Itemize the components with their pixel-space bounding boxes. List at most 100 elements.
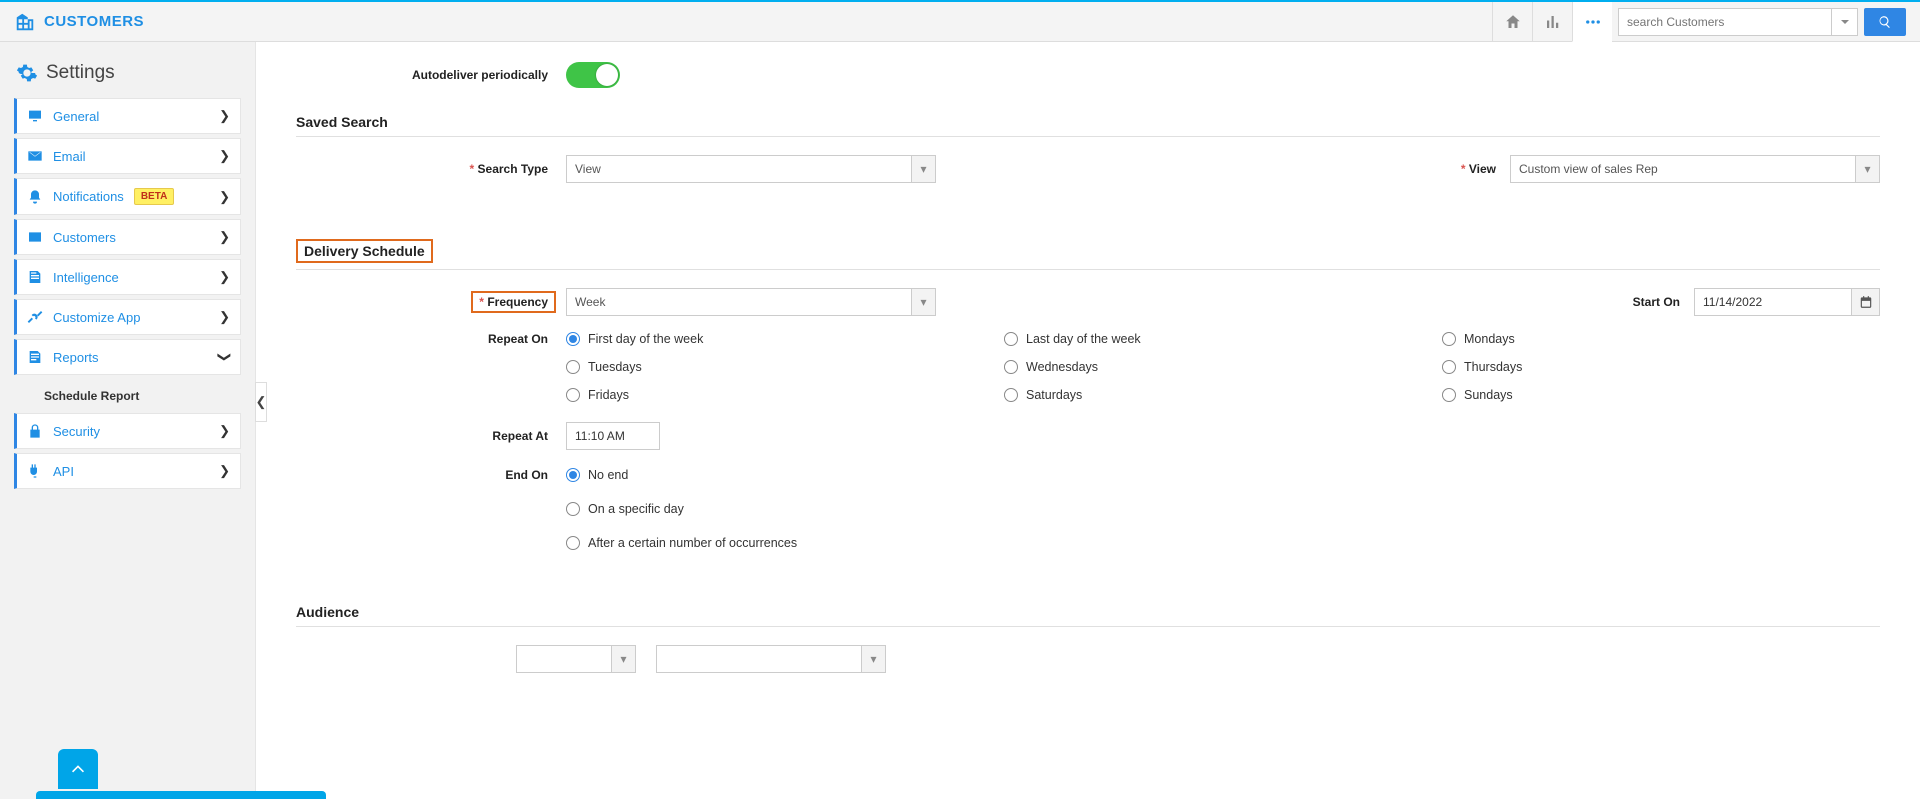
search-icon (1878, 15, 1892, 29)
brand-building-icon (14, 11, 36, 33)
frequency-select[interactable]: Week ▾ (566, 288, 936, 316)
radio-label: On a specific day (588, 502, 684, 516)
sidebar-item-label: Notifications (53, 189, 124, 204)
view-select[interactable]: Custom view of sales Rep ▾ (1510, 155, 1880, 183)
mail-icon (27, 148, 43, 164)
sidebar-item-label: Email (53, 149, 86, 164)
sidebar-item-label: API (53, 464, 74, 479)
dots-icon (1584, 13, 1602, 31)
end-no-end[interactable]: No end (566, 468, 797, 482)
end-occurrences[interactable]: After a certain number of occurrences (566, 536, 797, 550)
sidebar-item-label: Security (53, 424, 100, 439)
search-type-select[interactable]: View ▾ (566, 155, 936, 183)
search-dropdown[interactable] (1831, 9, 1857, 35)
calendar-button[interactable] (1852, 288, 1880, 316)
settings-title: Settings (16, 62, 239, 84)
sidebar-item-customize[interactable]: Customize App ❯ (14, 299, 241, 335)
end-on-label: End On (366, 468, 566, 570)
sidebar-item-notifications[interactable]: Notifications BETA ❯ (14, 178, 241, 215)
analytics-button[interactable] (1532, 2, 1572, 42)
autodeliver-toggle[interactable] (566, 62, 620, 88)
sidebar-item-email[interactable]: Email ❯ (14, 138, 241, 174)
audience-select-1[interactable]: ▾ (516, 645, 636, 673)
monitor-icon (27, 108, 43, 124)
radio-label: Last day of the week (1026, 332, 1141, 346)
search-button[interactable] (1864, 8, 1906, 36)
radio-label: Tuesdays (588, 360, 642, 374)
chevron-right-icon: ❯ (219, 148, 230, 164)
radio-label: Sundays (1464, 388, 1513, 402)
home-icon (1504, 13, 1522, 31)
sidebar-item-customers[interactable]: Customers ❯ (14, 219, 241, 255)
radio-label: Wednesdays (1026, 360, 1098, 374)
divider (296, 626, 1880, 627)
report-icon (27, 349, 43, 365)
repeat-fridays[interactable]: Fridays (566, 388, 1004, 402)
frequency-label: * Frequency (471, 291, 556, 313)
select-value: Custom view of sales Rep (1511, 162, 1855, 176)
delivery-schedule-title: Delivery Schedule (296, 239, 433, 263)
brand-label: CUSTOMERS (44, 13, 144, 30)
search-input[interactable] (1619, 15, 1831, 29)
beta-badge: BETA (134, 188, 174, 205)
end-specific-day[interactable]: On a specific day (566, 502, 797, 516)
chevron-down-icon: ▾ (911, 289, 935, 315)
autodeliver-label: Autodeliver periodically (366, 68, 566, 82)
repeat-tuesdays[interactable]: Tuesdays (566, 360, 1004, 374)
sidebar-subitem-schedule-report[interactable]: Schedule Report (14, 379, 241, 413)
repeat-last-day[interactable]: Last day of the week (1004, 332, 1442, 346)
repeat-on-label: Repeat On (366, 332, 566, 416)
search-type-label: Search Type (366, 162, 566, 176)
sidebar-item-label: Reports (53, 350, 99, 365)
radio-label: No end (588, 468, 628, 482)
start-on-label: Start On (1633, 295, 1694, 309)
radio-label: Saturdays (1026, 388, 1082, 402)
chevron-down-icon: ❯ (217, 352, 233, 363)
audience-select-2[interactable]: ▾ (656, 645, 886, 673)
select-value: View (567, 162, 911, 176)
radio-label: Fridays (588, 388, 629, 402)
sidebar-item-intelligence[interactable]: Intelligence ❯ (14, 259, 241, 295)
chevron-right-icon: ❯ (219, 108, 230, 124)
repeat-thursdays[interactable]: Thursdays (1442, 360, 1880, 374)
card-icon (27, 229, 43, 245)
sidebar-item-label: Customize App (53, 310, 140, 325)
repeat-mondays[interactable]: Mondays (1442, 332, 1880, 346)
sidebar-item-api[interactable]: API ❯ (14, 453, 241, 489)
divider (296, 136, 1880, 137)
start-on-input[interactable] (1694, 288, 1852, 316)
repeat-saturdays[interactable]: Saturdays (1004, 388, 1442, 402)
sidebar-item-reports[interactable]: Reports ❯ (14, 339, 241, 375)
global-search[interactable] (1618, 8, 1858, 36)
bar-chart-icon (1544, 13, 1562, 31)
chevron-down-icon: ▾ (1855, 156, 1879, 182)
plug-icon (27, 463, 43, 479)
sidebar-item-label: Customers (53, 230, 116, 245)
bell-icon (27, 189, 43, 205)
radio-label: After a certain number of occurrences (588, 536, 797, 550)
tools-icon (27, 309, 43, 325)
repeat-sundays[interactable]: Sundays (1442, 388, 1880, 402)
more-button[interactable] (1572, 2, 1612, 42)
chevron-down-icon: ▾ (911, 156, 935, 182)
chevron-up-icon (69, 760, 87, 778)
repeat-first-day[interactable]: First day of the week (566, 332, 1004, 346)
home-button[interactable] (1492, 2, 1532, 42)
divider (296, 269, 1880, 270)
repeat-at-label: Repeat At (366, 429, 566, 443)
sidebar-item-label: Intelligence (53, 270, 119, 285)
repeat-at-input[interactable] (566, 422, 660, 450)
calendar-icon (1859, 295, 1873, 309)
repeat-wednesdays[interactable]: Wednesdays (1004, 360, 1442, 374)
sidebar-item-security[interactable]: Security ❯ (14, 413, 241, 449)
sidebar-item-general[interactable]: General ❯ (14, 98, 241, 134)
saved-search-title: Saved Search (296, 114, 1880, 130)
lock-icon (27, 423, 43, 439)
radio-label: Mondays (1464, 332, 1515, 346)
doc-icon (27, 269, 43, 285)
radio-label: First day of the week (588, 332, 703, 346)
chevron-right-icon: ❯ (219, 423, 230, 439)
scroll-top-button[interactable] (58, 749, 98, 789)
audience-title: Audience (296, 604, 1880, 620)
view-label: View (1461, 162, 1510, 176)
